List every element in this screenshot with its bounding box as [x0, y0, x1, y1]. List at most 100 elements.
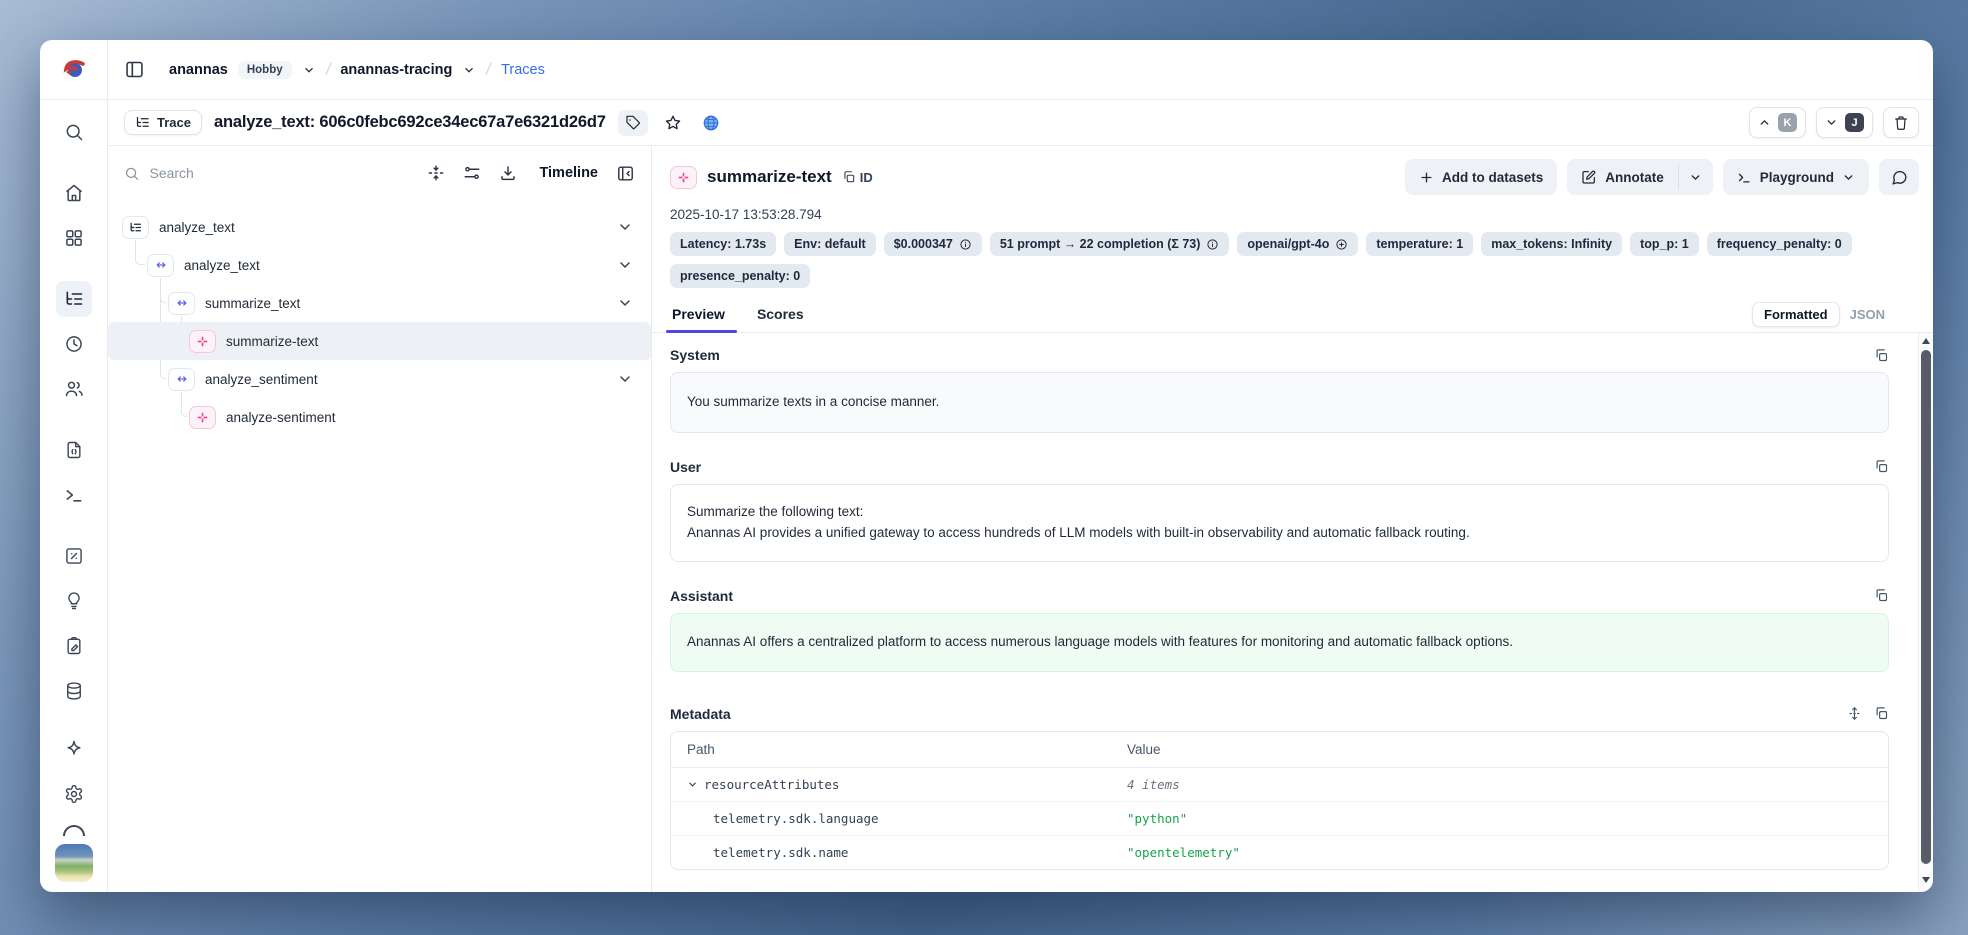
chevron-down-icon[interactable]: [617, 295, 633, 311]
dashboards-icon[interactable]: [56, 220, 92, 256]
tree-node-span[interactable]: summarize_text: [108, 284, 651, 322]
copy-icon: [842, 170, 856, 184]
comments-button[interactable]: [1879, 159, 1919, 195]
view-mode-toggle: Formatted JSON: [1752, 302, 1893, 327]
metadata-row: telemetry.sdk.name "opentelemetry": [671, 836, 1888, 869]
breadcrumb-traces-link[interactable]: Traces: [501, 62, 545, 78]
metadata-row-group[interactable]: resourceAttributes 4 items: [671, 768, 1888, 802]
chevron-down-icon: [1689, 171, 1702, 184]
assistant-section-title: Assistant: [670, 588, 733, 604]
search-input[interactable]: [149, 165, 409, 181]
favorite-star-button[interactable]: [660, 110, 686, 136]
node-label: analyze_text: [159, 220, 235, 235]
vertical-scrollbar[interactable]: [1918, 333, 1933, 892]
token-usage-badge[interactable]: 51 prompt → 22 completion (Σ 73): [990, 232, 1230, 256]
playground-terminal-icon[interactable]: [56, 477, 92, 513]
globe-icon: [702, 114, 720, 132]
annotate-button[interactable]: Annotate: [1567, 159, 1678, 195]
chevron-down-icon[interactable]: [687, 779, 698, 790]
app-logo[interactable]: [40, 40, 108, 99]
lightbulb-icon[interactable]: [56, 583, 92, 619]
node-label: analyze_text: [184, 258, 260, 273]
add-to-datasets-button[interactable]: Add to datasets: [1405, 159, 1557, 195]
chevron-down-icon: [1825, 116, 1838, 129]
detail-tabs: Preview Scores Formatted JSON: [652, 300, 1933, 333]
download-icon[interactable]: [499, 164, 517, 182]
chevron-down-icon[interactable]: [617, 257, 633, 273]
sidebar-toggle-icon[interactable]: [124, 59, 145, 80]
delete-trace-button[interactable]: [1883, 107, 1919, 138]
org-name[interactable]: anannas: [169, 62, 228, 78]
timeline-toggle[interactable]: Timeline: [539, 165, 598, 181]
scrollbar-thumb[interactable]: [1921, 350, 1931, 864]
search-icon[interactable]: [56, 114, 92, 150]
playground-button[interactable]: Playground: [1723, 159, 1869, 195]
users-icon[interactable]: [56, 371, 92, 407]
home-icon[interactable]: [56, 175, 92, 211]
copy-icon[interactable]: [1874, 588, 1889, 603]
tag-button[interactable]: [618, 110, 648, 136]
preview-scroll-area[interactable]: System You summarize texts in a concise …: [652, 333, 1933, 892]
anannas-logo-icon: [61, 59, 87, 81]
breadcrumb-separator: /: [485, 60, 493, 80]
prev-trace-button[interactable]: K: [1749, 107, 1806, 138]
trace-header-bar: Trace analyze_text: 606c0febc692ce34ec67…: [108, 100, 1933, 146]
span-tree: analyze_text analyze_text: [108, 200, 651, 892]
chevron-down-icon[interactable]: [617, 219, 633, 235]
filter-settings-icon[interactable]: [463, 164, 481, 182]
annotation-clipboard-icon[interactable]: [56, 628, 92, 664]
copy-id-button[interactable]: ID: [842, 170, 873, 185]
chevron-down-icon[interactable]: [462, 63, 476, 77]
tree-node-generation-selected[interactable]: summarize-text: [108, 322, 651, 360]
collapse-all-icon[interactable]: [427, 164, 445, 182]
copy-icon[interactable]: [1874, 348, 1889, 363]
observation-detail-panel: summarize-text ID Add to datasets: [652, 146, 1933, 892]
tree-search[interactable]: [124, 165, 409, 182]
settings-gear-icon[interactable]: [56, 776, 92, 812]
system-message-box: You summarize texts in a concise manner.: [670, 372, 1889, 433]
json-toggle[interactable]: JSON: [1842, 303, 1893, 326]
next-trace-button[interactable]: J: [1816, 107, 1873, 138]
copy-icon[interactable]: [1874, 459, 1889, 474]
breadcrumb: anannas Hobby / anannas-tracing / Traces: [169, 60, 545, 80]
upgrade-sparkle-icon[interactable]: [56, 731, 92, 767]
plus-icon: [1419, 170, 1434, 185]
evaluators-percent-icon[interactable]: [56, 538, 92, 574]
scroll-down-arrow[interactable]: [1922, 877, 1930, 883]
chevron-down-icon[interactable]: [617, 371, 633, 387]
cost-badge[interactable]: $0.000347: [884, 232, 982, 256]
tree-node-generation[interactable]: analyze-sentiment: [108, 398, 651, 436]
formatted-toggle[interactable]: Formatted: [1752, 302, 1840, 327]
column-value: Value: [1111, 732, 1177, 767]
metadata-table: Path Value resourceAttributes 4 items: [670, 731, 1889, 870]
trace-type-badge: Trace: [124, 110, 202, 135]
collapse-panel-icon[interactable]: [616, 164, 635, 183]
copy-icon[interactable]: [1874, 706, 1889, 721]
frequency-penalty-badge: frequency_penalty: 0: [1707, 232, 1852, 256]
assistant-message-box: Anannas AI offers a centralized platform…: [670, 613, 1889, 672]
trace-tree-panel: Timeline: [108, 146, 652, 892]
sessions-clock-icon[interactable]: [56, 326, 92, 362]
node-label: analyze-sentiment: [226, 410, 336, 425]
tree-node-trace[interactable]: analyze_text: [108, 208, 651, 246]
tab-preview[interactable]: Preview: [670, 300, 727, 332]
annotate-dropdown-button[interactable]: [1679, 159, 1713, 195]
tab-scores[interactable]: Scores: [755, 300, 806, 332]
tree-node-span[interactable]: analyze_sentiment: [108, 360, 651, 398]
public-globe-button[interactable]: [698, 110, 724, 136]
annotate-split-button: Annotate: [1567, 159, 1713, 195]
datasets-database-icon[interactable]: [56, 673, 92, 709]
tree-node-span[interactable]: analyze_text: [108, 246, 651, 284]
chevron-down-icon[interactable]: [302, 63, 316, 77]
tracing-icon[interactable]: [56, 281, 92, 317]
prompts-file-icon[interactable]: [56, 432, 92, 468]
span-node-icon: [168, 292, 195, 315]
plus-circle-icon: [1335, 238, 1348, 251]
expand-icon[interactable]: [1847, 706, 1862, 721]
trash-icon: [1893, 115, 1909, 131]
project-name[interactable]: anannas-tracing: [340, 62, 452, 78]
model-badge[interactable]: openai/gpt-4o: [1237, 232, 1358, 256]
node-label: summarize-text: [226, 334, 318, 349]
user-avatar[interactable]: [55, 844, 93, 882]
scroll-up-arrow[interactable]: [1922, 338, 1930, 344]
